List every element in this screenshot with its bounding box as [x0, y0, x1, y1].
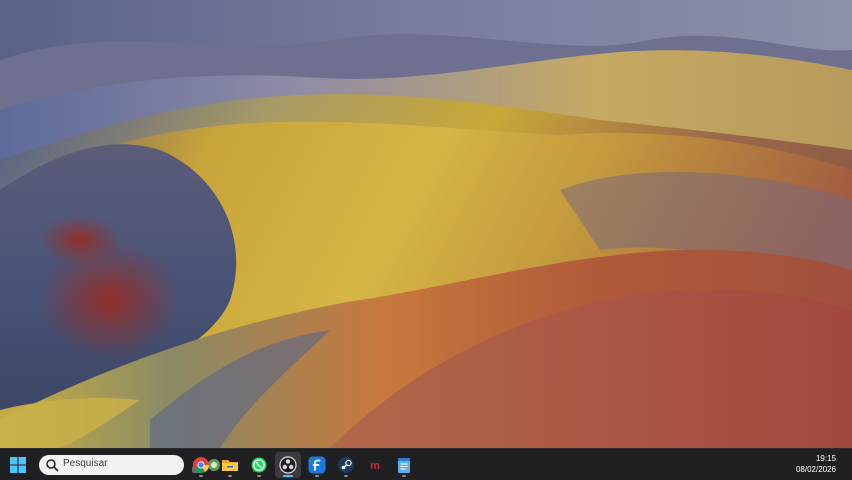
notepad-icon	[398, 458, 410, 473]
running-indicator	[344, 475, 348, 477]
taskbar-app-notepad[interactable]	[391, 452, 417, 478]
taskbar-app-firefox-nightly[interactable]	[304, 452, 330, 478]
running-indicator	[199, 475, 203, 477]
whatsapp-icon	[251, 457, 267, 473]
windows-logo-icon	[10, 457, 26, 473]
taskbar-app-obs-studio[interactable]	[275, 452, 301, 478]
firefox-icon	[308, 456, 326, 474]
taskbar-app-chrome[interactable]	[188, 452, 214, 478]
wallpaper-image	[0, 0, 852, 448]
taskbar-app-mendeley[interactable]: m	[362, 452, 388, 478]
folder-icon	[222, 460, 238, 471]
mendeley-icon: m	[370, 460, 380, 472]
clock-time: 19:15	[815, 454, 836, 463]
taskbar: Pesquisar m 19:15 08/02/2026	[0, 448, 852, 480]
svg-text:m: m	[370, 460, 380, 472]
search-box[interactable]: Pesquisar	[39, 455, 220, 475]
search-placeholder: Pesquisar	[63, 458, 108, 469]
obs-icon	[279, 456, 297, 474]
running-indicator	[402, 475, 406, 477]
steam-icon	[338, 457, 354, 473]
search-icon	[46, 459, 59, 472]
active-indicator	[283, 475, 293, 477]
start-button[interactable]	[9, 456, 27, 474]
taskbar-app-file-explorer[interactable]	[217, 452, 243, 478]
desktop-wallpaper[interactable]	[0, 0, 852, 448]
running-indicator	[257, 475, 261, 477]
running-indicator	[228, 475, 232, 477]
system-clock[interactable]: 19:15 08/02/2026	[796, 453, 836, 475]
taskbar-app-steam[interactable]	[333, 452, 359, 478]
running-indicator	[315, 475, 319, 477]
taskbar-app-whatsapp[interactable]	[246, 452, 272, 478]
chrome-icon	[193, 457, 209, 473]
clock-date: 08/02/2026	[795, 465, 836, 474]
